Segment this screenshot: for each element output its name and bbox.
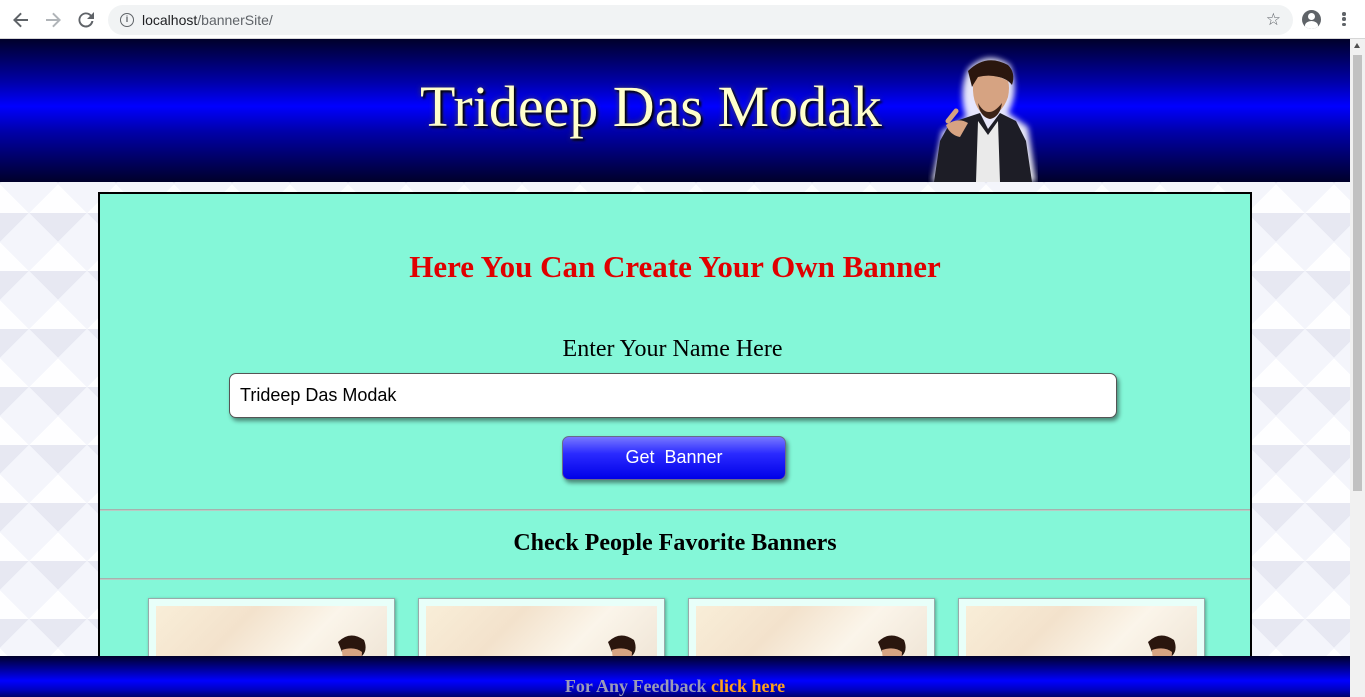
feedback-link[interactable]: click here: [711, 676, 785, 696]
browser-toolbar: i localhost/bannerSite/ ☆: [0, 0, 1365, 39]
account-icon[interactable]: [1302, 10, 1321, 29]
section-divider: [100, 509, 1250, 511]
name-label: Enter Your Name Here: [562, 336, 783, 362]
more-menu-icon[interactable]: [1338, 9, 1350, 29]
feedback-text: For Any Feedback: [564, 676, 707, 696]
bookmark-star-icon[interactable]: ☆: [1266, 10, 1281, 30]
header-banner: Trideep Das Modak: [0, 39, 1350, 182]
get-banner-button[interactable]: Get Banner: [562, 436, 786, 480]
banner-title: Trideep Das Modak: [420, 74, 882, 139]
vertical-scrollbar[interactable]: [1350, 39, 1365, 697]
footer-text: For Any Feedback click here: [0, 676, 1350, 697]
address-bar[interactable]: i localhost/bannerSite/ ☆: [108, 5, 1293, 35]
reload-icon[interactable]: [74, 8, 98, 32]
main-card: Here You Can Create Your Own Banner Ente…: [98, 192, 1252, 697]
scrollbar-thumb[interactable]: [1353, 55, 1362, 491]
forward-arrow-icon[interactable]: [41, 8, 65, 32]
section-divider: [100, 578, 1250, 580]
name-input[interactable]: Trideep Das Modak: [229, 373, 1117, 418]
person-photo: [932, 58, 1036, 182]
page-viewport: Trideep Das Modak Here You Can Create Yo…: [0, 39, 1350, 697]
scroll-up-icon[interactable]: [1354, 43, 1360, 48]
back-arrow-icon[interactable]: [9, 8, 33, 32]
url-text: localhost/bannerSite/: [142, 12, 273, 28]
favorites-heading: Check People Favorite Banners: [513, 530, 837, 556]
footer-bar: For Any Feedback click here: [0, 656, 1350, 697]
page-headline: Here You Can Create Your Own Banner: [409, 249, 941, 284]
info-icon[interactable]: i: [120, 13, 134, 27]
